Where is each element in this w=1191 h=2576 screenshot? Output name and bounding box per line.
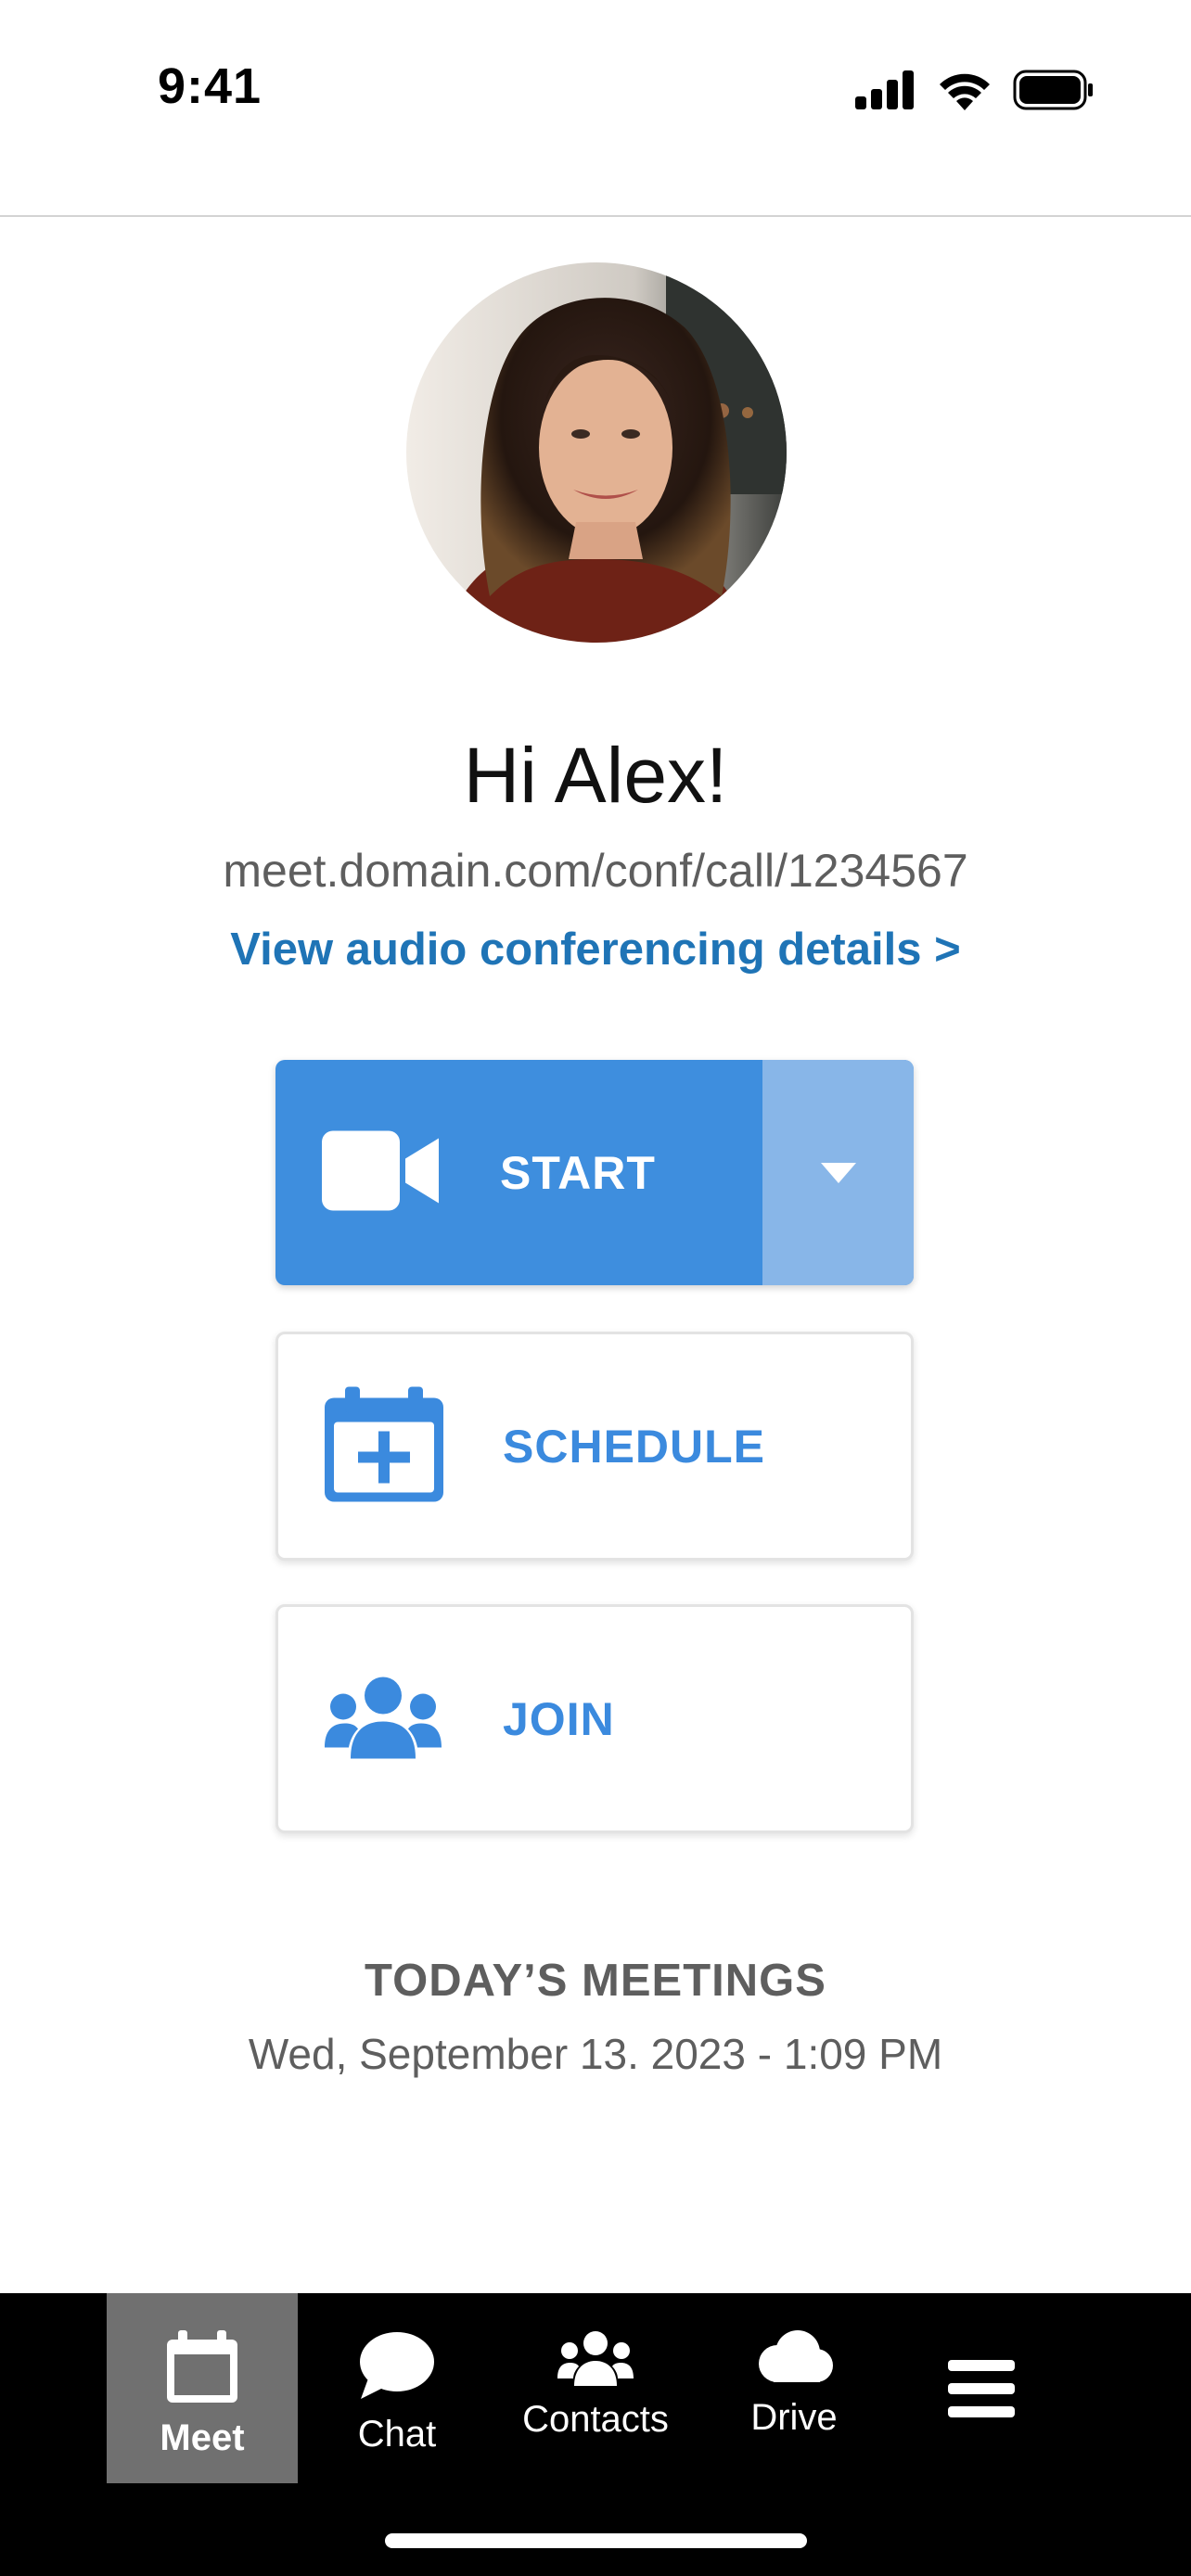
meeting-url: meet.domain.com/conf/call/1234567 <box>223 845 968 897</box>
start-button-main[interactable]: START <box>275 1060 762 1285</box>
todays-meetings-date: Wed, September 13. 2023 - 1:09 PM <box>248 2030 943 2078</box>
start-button-label: START <box>500 1146 656 1199</box>
start-meeting-button[interactable]: START <box>275 1060 914 1285</box>
tab-chat[interactable]: Chat <box>301 2293 493 2483</box>
tab-contacts-label: Contacts <box>522 2399 669 2440</box>
status-time: 9:41 <box>158 58 263 114</box>
greeting-heading: Hi Alex! <box>463 732 728 819</box>
join-button[interactable]: JOIN <box>275 1604 914 1833</box>
users-icon <box>557 2331 634 2386</box>
battery-icon <box>1013 70 1093 110</box>
tab-meet[interactable]: Meet <box>107 2293 298 2483</box>
audio-conferencing-link[interactable]: View audio conferencing details > <box>0 924 1191 976</box>
calendar-plus-icon <box>325 1386 443 1506</box>
schedule-button-label: SCHEDULE <box>503 1420 766 1473</box>
tab-drive[interactable]: Drive <box>698 2293 890 2483</box>
caret-down-icon <box>820 1162 856 1183</box>
join-button-label: JOIN <box>503 1692 615 1745</box>
status-bar: 9:41 <box>0 0 1191 176</box>
tab-chat-label: Chat <box>357 2414 437 2455</box>
chat-bubble-icon <box>360 2332 434 2399</box>
tab-meet-label: Meet <box>160 2417 245 2458</box>
todays-meetings-heading: TODAY’S MEETINGS <box>365 1956 826 2006</box>
calendar-icon <box>167 2330 237 2403</box>
status-icons <box>855 67 1095 113</box>
header-divider <box>0 215 1191 217</box>
menu-icon <box>948 2359 1015 2417</box>
tab-drive-label: Drive <box>750 2397 838 2438</box>
wifi-icon <box>940 73 990 110</box>
users-group-icon <box>325 1675 442 1763</box>
schedule-button[interactable]: SCHEDULE <box>275 1332 914 1561</box>
signal-icon <box>855 70 914 109</box>
home-indicator <box>385 2533 807 2548</box>
avatar <box>406 262 787 643</box>
start-options-dropdown[interactable] <box>762 1060 914 1285</box>
video-camera-icon <box>322 1130 439 1215</box>
cloud-icon <box>759 2330 833 2382</box>
tab-contacts[interactable]: Contacts <box>498 2293 693 2483</box>
tab-menu[interactable] <box>890 2293 1072 2483</box>
